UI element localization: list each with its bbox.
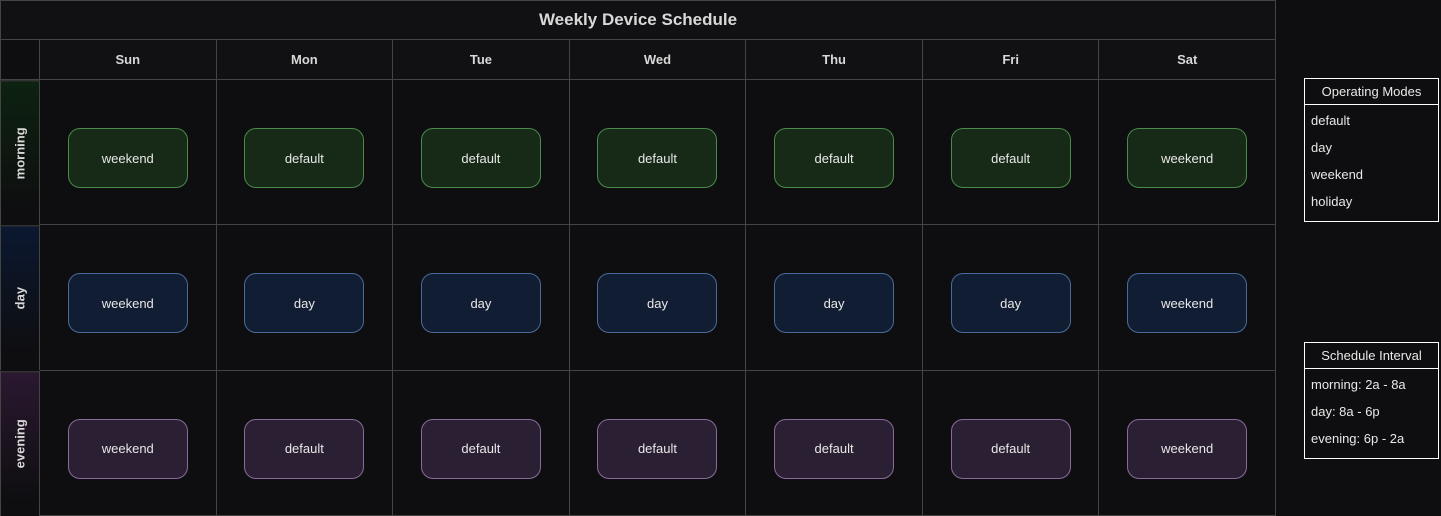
chip-evening-tue[interactable]: default [421,419,541,479]
cell-day-tue: day [393,225,570,370]
schedule-area: Weekly Device Schedule Sun Mon Tue Wed T… [0,0,1276,516]
panel-operating-modes: Operating Modes default day weekend holi… [1304,78,1439,222]
interval-item-day: day: 8a - 6p [1311,398,1432,425]
cell-day-sun: weekend [40,225,217,370]
chip-day-wed[interactable]: day [597,273,717,333]
cell-evening-tue: default [393,371,570,516]
cell-evening-fri: default [923,371,1100,516]
cell-morning-mon: default [217,80,394,225]
chip-day-fri[interactable]: day [951,273,1071,333]
chip-morning-mon[interactable]: default [244,128,364,188]
chip-morning-fri[interactable]: default [951,128,1071,188]
chip-evening-fri[interactable]: default [951,419,1071,479]
chip-evening-thu[interactable]: default [774,419,894,479]
day-header-sat: Sat [1099,40,1276,80]
day-header-wed: Wed [570,40,747,80]
cell-day-mon: day [217,225,394,370]
cell-evening-mon: default [217,371,394,516]
page-title-bar: Weekly Device Schedule [0,0,1276,40]
cell-evening-sun: weekend [40,371,217,516]
chip-day-thu[interactable]: day [774,273,894,333]
cell-evening-wed: default [570,371,747,516]
chip-morning-sat[interactable]: weekend [1127,128,1247,188]
interval-item-morning: morning: 2a - 8a [1311,371,1432,398]
cell-morning-thu: default [746,80,923,225]
panel-schedule-interval-body: morning: 2a - 8a day: 8a - 6p evening: 6… [1305,369,1438,458]
cell-morning-sat: weekend [1099,80,1276,225]
mode-item-holiday[interactable]: holiday [1311,188,1432,215]
chip-evening-mon[interactable]: default [244,419,364,479]
day-header-fri: Fri [923,40,1100,80]
period-header-morning: morning [0,80,40,225]
day-header-thu: Thu [746,40,923,80]
interval-item-evening: evening: 6p - 2a [1311,425,1432,452]
chip-evening-sun[interactable]: weekend [68,419,188,479]
chip-morning-thu[interactable]: default [774,128,894,188]
grid-corner [0,40,40,80]
chip-morning-sun[interactable]: weekend [68,128,188,188]
page-title: Weekly Device Schedule [539,10,737,30]
chip-day-mon[interactable]: day [244,273,364,333]
cell-morning-fri: default [923,80,1100,225]
mode-item-default[interactable]: default [1311,107,1432,134]
sidebar: Operating Modes default day weekend holi… [1276,0,1441,516]
chip-day-tue[interactable]: day [421,273,541,333]
period-header-evening: evening [0,371,40,516]
mode-item-weekend[interactable]: weekend [1311,161,1432,188]
panel-schedule-interval-title: Schedule Interval [1305,343,1438,369]
schedule-grid: Sun Mon Tue Wed Thu Fri Sat morning week… [0,40,1276,516]
cell-evening-sat: weekend [1099,371,1276,516]
mode-item-day[interactable]: day [1311,134,1432,161]
cell-morning-sun: weekend [40,80,217,225]
chip-morning-tue[interactable]: default [421,128,541,188]
day-header-mon: Mon [217,40,394,80]
cell-morning-tue: default [393,80,570,225]
cell-evening-thu: default [746,371,923,516]
panel-operating-modes-body: default day weekend holiday [1305,105,1438,221]
chip-day-sun[interactable]: weekend [68,273,188,333]
panel-operating-modes-title: Operating Modes [1305,79,1438,105]
cell-day-wed: day [570,225,747,370]
cell-morning-wed: default [570,80,747,225]
chip-morning-wed[interactable]: default [597,128,717,188]
cell-day-sat: weekend [1099,225,1276,370]
cell-day-thu: day [746,225,923,370]
day-header-tue: Tue [393,40,570,80]
chip-day-sat[interactable]: weekend [1127,273,1247,333]
chip-evening-sat[interactable]: weekend [1127,419,1247,479]
cell-day-fri: day [923,225,1100,370]
period-header-day: day [0,225,40,370]
panel-schedule-interval: Schedule Interval morning: 2a - 8a day: … [1304,342,1439,459]
chip-evening-wed[interactable]: default [597,419,717,479]
day-header-sun: Sun [40,40,217,80]
